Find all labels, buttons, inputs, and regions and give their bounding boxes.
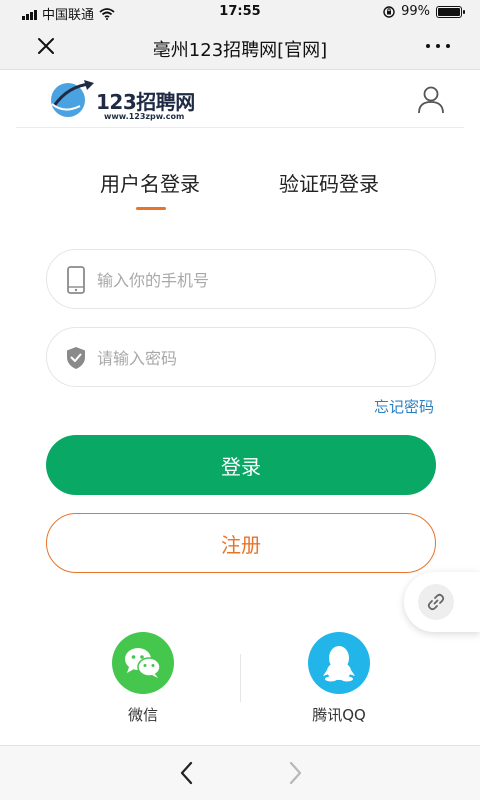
user-icon[interactable] (416, 84, 446, 114)
tab-code-login[interactable]: 验证码登录 (279, 168, 379, 197)
password-input[interactable] (97, 338, 417, 378)
tab-username-login[interactable]: 用户名登录 (100, 168, 200, 197)
back-arrow-icon[interactable] (176, 760, 198, 786)
orientation-lock-icon (383, 5, 395, 18)
shield-icon (67, 347, 85, 369)
battery-percent: 99% (401, 4, 430, 19)
register-button[interactable]: 注册 (46, 513, 436, 573)
social-divider (240, 654, 241, 702)
more-icon[interactable] (426, 36, 450, 56)
forward-arrow-icon[interactable] (284, 760, 306, 786)
link-icon (427, 593, 445, 611)
logo-url: www.123zpw.com (104, 112, 185, 121)
logo-text: 123招聘网 (96, 90, 195, 114)
wechat-label: 微信 (127, 706, 158, 724)
phone-input[interactable] (97, 260, 417, 300)
wechat-icon[interactable] (112, 632, 174, 694)
site-header: 123招聘网 www.123zpw.com (16, 70, 464, 128)
page-title: 亳州123招聘网[官网] (152, 40, 328, 61)
status-bar: 中国联通 17:55 99% (0, 0, 480, 24)
browser-toolbar (0, 745, 480, 800)
active-tab-indicator (136, 207, 166, 210)
qq-icon[interactable] (308, 632, 370, 694)
wechat-login[interactable]: 微信 (98, 632, 188, 725)
phone-icon (67, 266, 85, 294)
status-right: 99% (383, 4, 465, 19)
phone-field[interactable] (46, 249, 436, 309)
link-icon-wrap (418, 584, 454, 620)
password-field[interactable] (46, 327, 436, 387)
forgot-password-link[interactable]: 忘记密码 (374, 396, 434, 417)
qq-label: 腾讯QQ (312, 706, 366, 724)
login-button[interactable]: 登录 (46, 435, 436, 495)
battery-fill (438, 7, 460, 16)
battery-icon (436, 5, 465, 18)
nav-bar: 亳州123招聘网[官网] (0, 24, 480, 70)
floating-link-button[interactable] (404, 572, 480, 632)
qq-login[interactable]: 腾讯QQ (294, 632, 384, 725)
